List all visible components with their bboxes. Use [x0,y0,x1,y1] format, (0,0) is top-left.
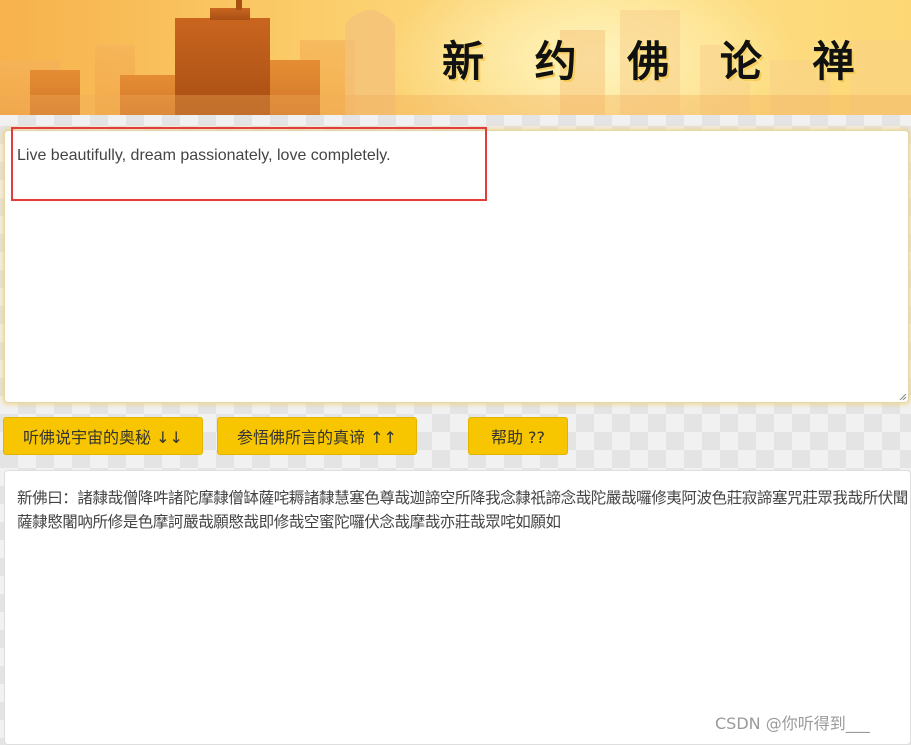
ciphertext-output-value: 新佛曰：諸隸哉僧降吽諸陀摩隸僧缽薩咤耨諸隸慧塞色尊哉迦諦空所降我念隸祇諦念哉陀嚴… [17,489,908,531]
help-button[interactable]: 帮助 ?? [468,417,568,455]
plaintext-input[interactable]: Live beautifully, dream passionately, lo… [4,130,909,403]
resize-handle-icon[interactable] [899,393,907,401]
header-banner: 新 约 佛 论 禅 [0,0,911,115]
decode-button[interactable]: 听佛说宇宙的奥秘 ↓↓ [3,417,203,455]
ciphertext-output[interactable]: 新佛曰：諸隸哉僧降吽諸陀摩隸僧缽薩咤耨諸隸慧塞色尊哉迦諦空所降我念隸祇諦念哉陀嚴… [4,470,911,745]
banner-title: 新 约 佛 论 禅 [442,37,873,86]
encode-button[interactable]: 参悟佛所言的真谛 ↑↑ [217,417,417,455]
csdn-watermark: CSDN @你听得到___ [715,714,870,733]
plaintext-input-value: Live beautifully, dream passionately, lo… [17,147,391,164]
